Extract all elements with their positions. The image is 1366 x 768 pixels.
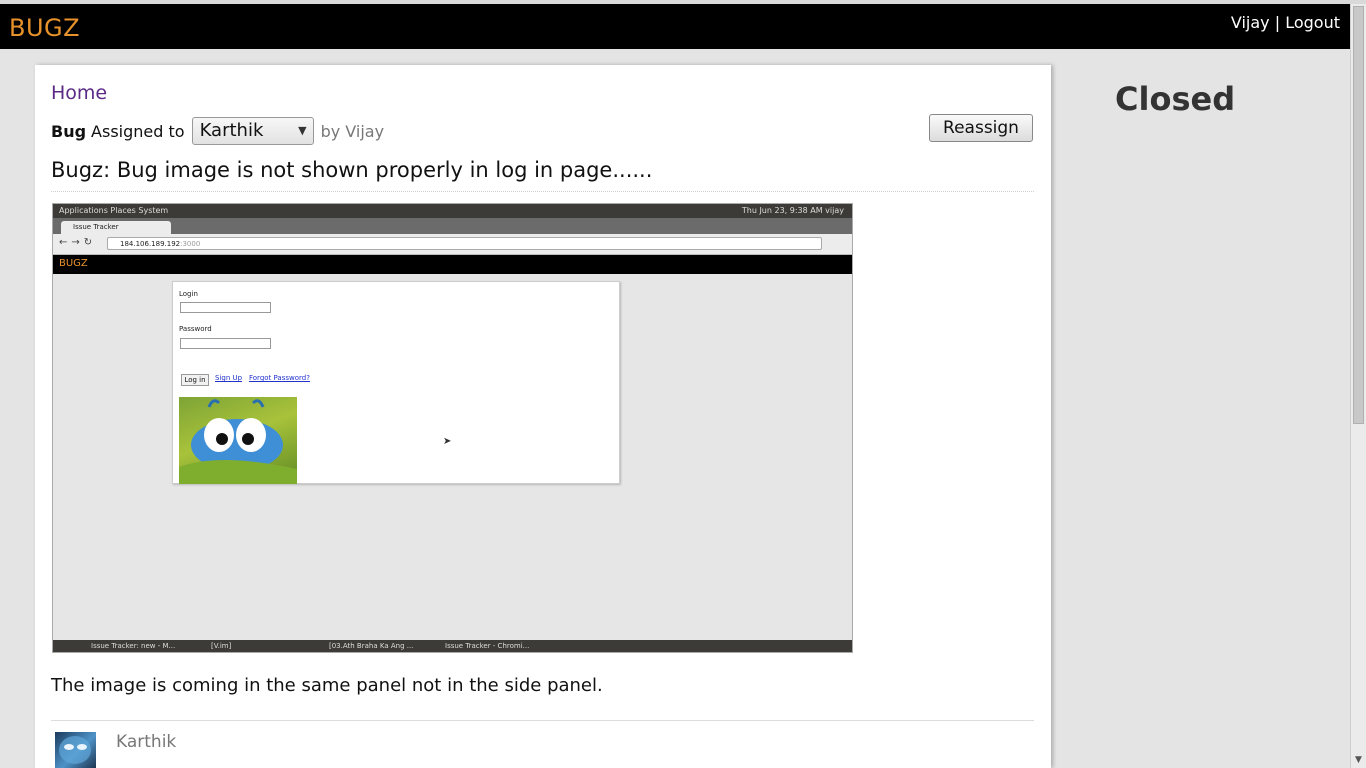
commenter-avatar xyxy=(55,732,96,768)
bug-title: Bugz: Bug image is not shown properly in… xyxy=(51,158,1034,192)
screenshot-url-host: 184.106.189.192 xyxy=(120,240,181,248)
bug-status: Closed xyxy=(1115,80,1236,118)
screenshot-browser-tabstrip: Issue Tracker xyxy=(53,218,852,234)
dropdown-caret-icon: ▼ xyxy=(298,124,307,137)
bug-detail-panel: Home Bug Assigned to Karthik ▼ by Vijay … xyxy=(35,65,1051,768)
assignment-row: Bug Assigned to Karthik ▼ by Vijay xyxy=(51,117,384,145)
screenshot-task-item: Issue Tracker: new - M... xyxy=(91,642,176,650)
screenshot-site-brand: BUGZ xyxy=(59,258,88,269)
screenshot-browser-toolbar: ←→↻ 184.106.189.192:3000 xyxy=(53,234,852,255)
screenshot-url-port: :3000 xyxy=(180,240,201,248)
logout-link[interactable]: Logout xyxy=(1285,13,1340,32)
screenshot-signup-link: Sign Up xyxy=(215,374,243,382)
screenshot-panel-clock: Thu Jun 23, 9:38 AM vijay xyxy=(741,206,844,215)
screenshot-nav-arrows-icon: ←→↻ xyxy=(59,237,97,248)
screenshot-login-input xyxy=(180,302,271,313)
page-scrollbar[interactable]: ▼ xyxy=(1350,4,1366,768)
assignee-select[interactable]: Karthik ▼ xyxy=(191,117,314,145)
screenshot-password-label: Password xyxy=(179,325,212,333)
comment-author[interactable]: Karthik xyxy=(116,732,176,752)
home-link[interactable]: Home xyxy=(51,82,107,104)
assignee-selected-value: Karthik xyxy=(199,120,264,141)
screenshot-forgot-link: Forgot Password? xyxy=(249,374,310,382)
bug-label: Bug xyxy=(51,121,87,141)
screenshot-login-form: Login Password Log in Sign Up Forgot Pas… xyxy=(172,281,620,484)
brand-logo[interactable]: BUGZ xyxy=(9,14,80,42)
bug-screenshot-attachment[interactable]: Applications Places System Thu Jun 23, 9… xyxy=(52,203,853,653)
screenshot-login-button: Log in xyxy=(181,374,209,386)
reporter-byline: by Vijay xyxy=(320,121,385,141)
user-links: Vijay | Logout xyxy=(1231,13,1340,32)
reassign-button[interactable]: Reassign xyxy=(929,114,1033,142)
current-user-link[interactable]: Vijay xyxy=(1231,13,1270,32)
comments-divider xyxy=(51,720,1034,721)
scroll-down-arrow-icon[interactable]: ▼ xyxy=(1351,754,1366,766)
top-navbar: BUGZ Vijay | Logout xyxy=(0,4,1350,49)
screenshot-task-item: Issue Tracker - Chromi... xyxy=(445,642,530,650)
screenshot-site-navbar: BUGZ xyxy=(53,255,852,274)
screenshot-taskbar: Issue Tracker: new - M... [V.im] [03.Ath… xyxy=(53,640,852,652)
screenshot-task-item: [V.im] xyxy=(211,642,232,650)
screenshot-address-bar: 184.106.189.192:3000 xyxy=(107,237,822,250)
screenshot-login-label: Login xyxy=(179,290,198,298)
assigned-to-label: Assigned to xyxy=(91,121,185,141)
screenshot-browser-tab: Issue Tracker xyxy=(61,221,171,234)
scrollbar-thumb[interactable] xyxy=(1353,6,1364,424)
screenshot-panel-menus: Applications Places System xyxy=(59,206,169,215)
screenshot-task-item: [03.Ath Braha Ka Ang ... xyxy=(329,642,414,650)
screenshot-mouse-cursor-icon: ➤ xyxy=(443,436,452,447)
bug-mascot-image xyxy=(179,397,297,484)
bug-description: The image is coming in the same panel no… xyxy=(51,675,603,696)
screenshot-password-input xyxy=(180,338,271,349)
user-links-separator: | xyxy=(1274,13,1281,32)
screenshot-desktop-panel: Applications Places System Thu Jun 23, 9… xyxy=(53,204,852,218)
